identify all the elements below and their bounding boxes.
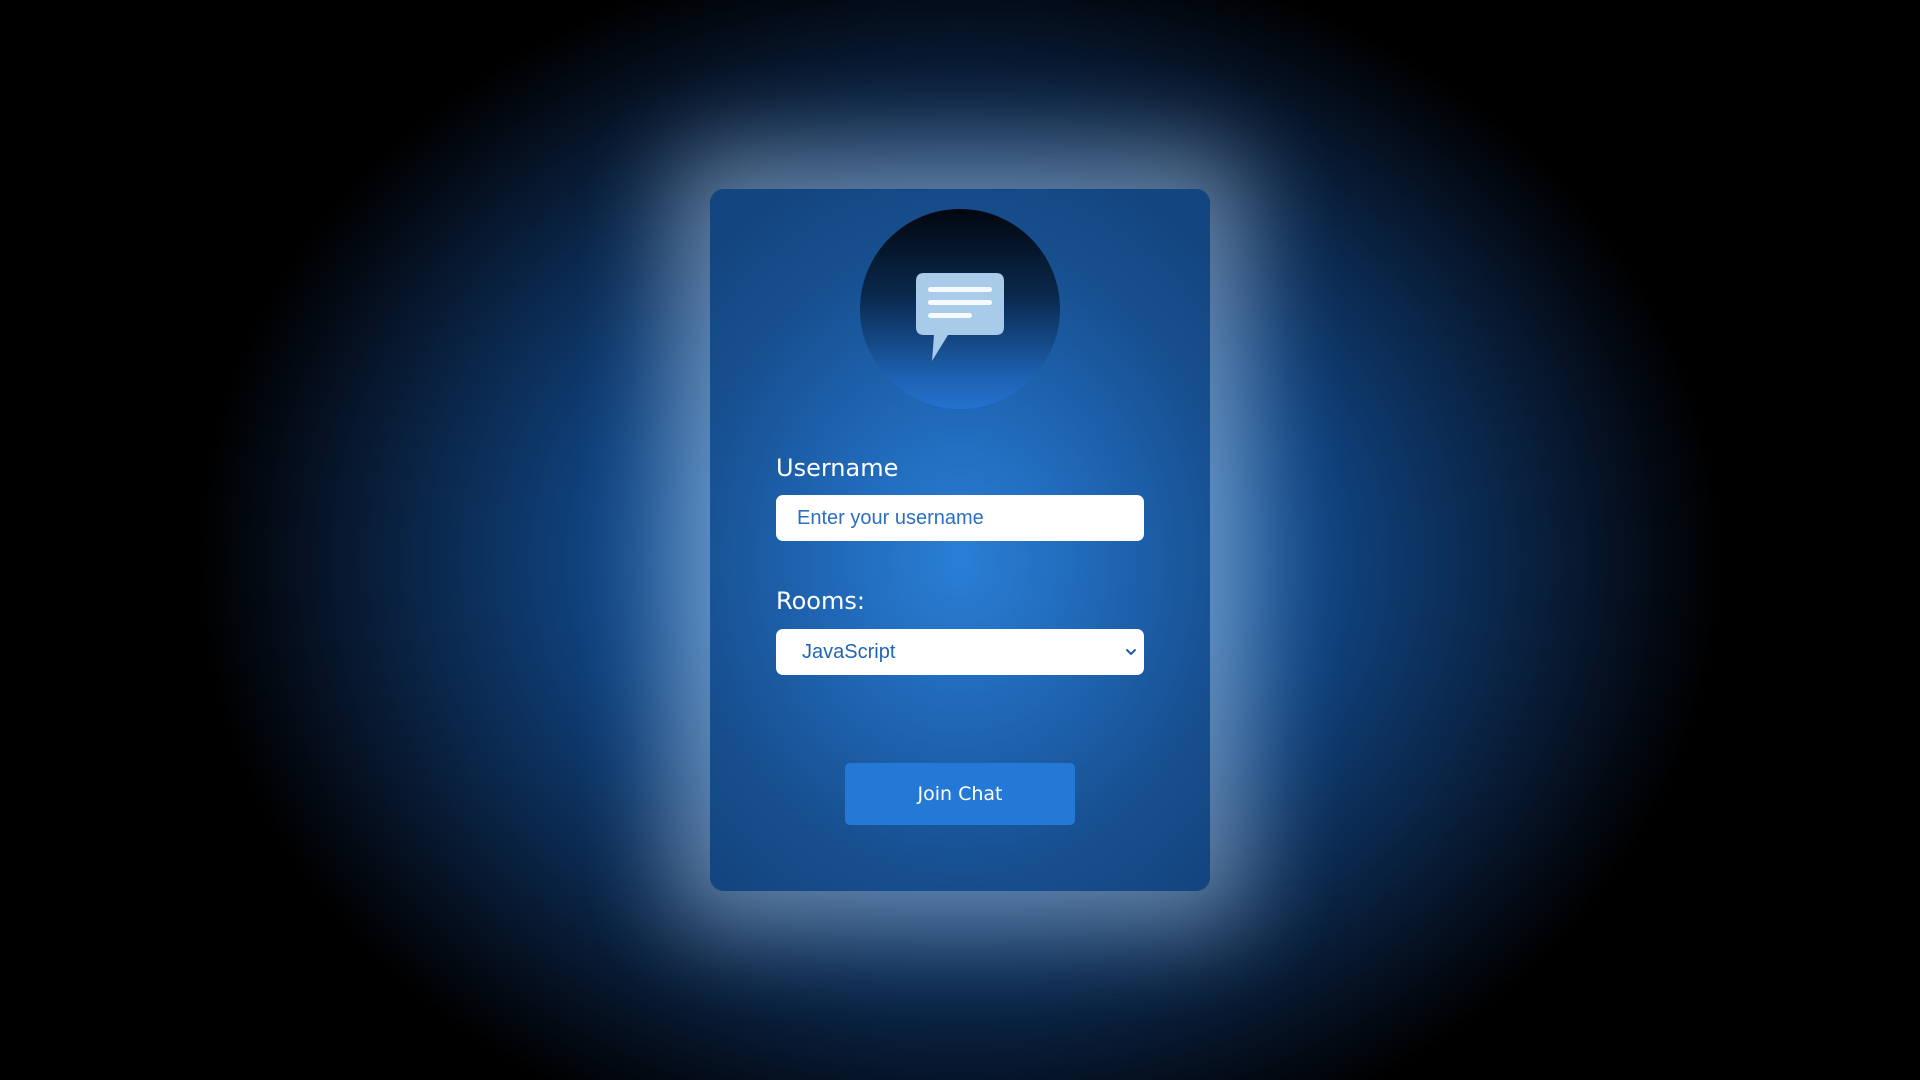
- chat-bubble-icon: [916, 273, 1004, 361]
- chevron-down-icon: [1126, 649, 1136, 655]
- chat-avatar: [860, 209, 1060, 409]
- join-chat-button[interactable]: Join Chat: [845, 763, 1075, 825]
- rooms-label: Rooms:: [776, 587, 865, 615]
- rooms-select[interactable]: JavaScript: [776, 629, 1144, 675]
- join-chat-card: Username Rooms: JavaScript Join Chat: [710, 189, 1210, 891]
- rooms-select-value: JavaScript: [802, 640, 896, 663]
- username-input[interactable]: [776, 495, 1144, 541]
- username-label: Username: [776, 454, 899, 482]
